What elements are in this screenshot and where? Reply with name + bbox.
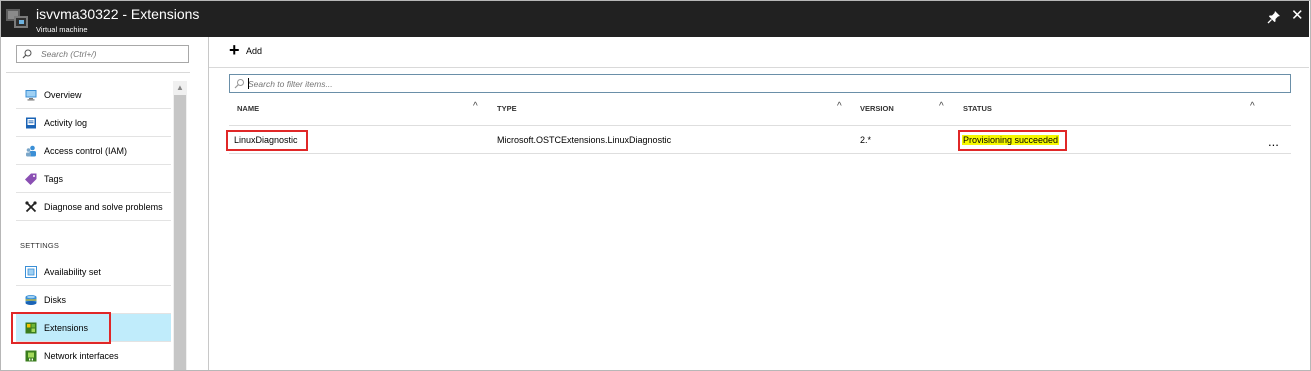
sidebar-item-activity-log[interactable]: Activity log — [16, 109, 171, 137]
users-icon — [26, 145, 36, 157]
disk-icon — [25, 295, 37, 305]
toolbar-divider — [209, 67, 1309, 68]
sort-icon[interactable]: ^ — [837, 101, 842, 112]
plus-icon: + — [229, 40, 240, 60]
virtual-machine-icon — [6, 9, 28, 28]
sidebar-item-overview[interactable]: Overview — [16, 81, 171, 109]
sidebar-item-label: Activity log — [44, 118, 88, 128]
monitor-icon — [25, 90, 37, 101]
row-type-cell: Microsoft.OSTCExtensions.LinuxDiagnostic — [497, 135, 672, 145]
sidebar-item-label: Network interfaces — [44, 351, 119, 361]
search-icon — [234, 79, 244, 89]
column-header-version[interactable]: VERSION — [860, 104, 894, 113]
column-header-name[interactable]: NAME — [237, 104, 259, 113]
panel-divider — [208, 37, 209, 370]
column-header-status[interactable]: STATUS — [963, 104, 992, 113]
sidebar-item-label: Overview — [44, 90, 82, 100]
scroll-up-icon[interactable]: ▲ — [173, 83, 187, 93]
menu-search-input[interactable] — [41, 47, 186, 61]
more-options-icon[interactable]: ... — [1268, 134, 1279, 149]
sidebar-item-label: Access control (IAM) — [44, 146, 128, 156]
blade-header: isvvma30322 - Extensions Virtual machine… — [1, 1, 1309, 37]
sidebar-item-label: Availability set — [44, 267, 101, 277]
resource-type-label: Virtual machine — [36, 25, 88, 34]
sidebar-item-access-control[interactable]: Access control (IAM) — [16, 137, 171, 165]
filter-input[interactable] — [248, 76, 1268, 91]
text-caret — [248, 78, 249, 89]
sort-icon[interactable]: ^ — [473, 101, 478, 112]
menu-scrollbar[interactable]: ▲ — [173, 81, 187, 370]
sidebar-item-disks[interactable]: Disks — [16, 286, 171, 314]
extensions-highlight-box — [11, 312, 111, 344]
search-icon — [22, 49, 32, 59]
blade-frame — [0, 0, 1311, 371]
table-divider — [229, 153, 1291, 154]
filter-box[interactable] — [229, 74, 1291, 93]
pin-icon[interactable] — [1267, 10, 1281, 24]
column-header-type[interactable]: TYPE — [497, 104, 517, 113]
row-version-cell: 2.* — [860, 135, 872, 145]
settings-section-label: SETTINGS — [20, 241, 60, 250]
sidebar-item-label: Tags — [44, 174, 64, 184]
close-icon[interactable]: ✕ — [1291, 8, 1304, 24]
page-title: isvvma30322 - Extensions — [36, 6, 200, 22]
menu-search-box[interactable] — [16, 45, 189, 63]
status-highlight-box — [958, 130, 1067, 151]
network-interface-icon — [25, 350, 37, 362]
sidebar-item-network-interfaces[interactable]: Network interfaces — [16, 342, 171, 370]
table-divider — [229, 125, 1291, 126]
sidebar-item-diagnose[interactable]: Diagnose and solve problems — [16, 193, 171, 221]
sidebar-item-label: Disks — [44, 295, 66, 305]
sidebar-item-tags[interactable]: Tags — [16, 165, 171, 193]
sidebar-item-label: Diagnose and solve problems — [44, 202, 163, 212]
sidebar-item-availability-set[interactable]: Availability set — [16, 258, 171, 286]
sort-icon[interactable]: ^ — [939, 101, 944, 112]
add-button-label: Add — [246, 46, 263, 56]
log-icon — [26, 117, 36, 129]
tag-icon — [25, 173, 37, 185]
sort-icon[interactable]: ^ — [1250, 101, 1255, 112]
divider — [6, 72, 190, 73]
wrench-icon — [25, 201, 37, 213]
scroll-thumb[interactable] — [174, 95, 186, 370]
availability-set-icon — [25, 266, 37, 278]
name-highlight-box — [226, 130, 308, 151]
